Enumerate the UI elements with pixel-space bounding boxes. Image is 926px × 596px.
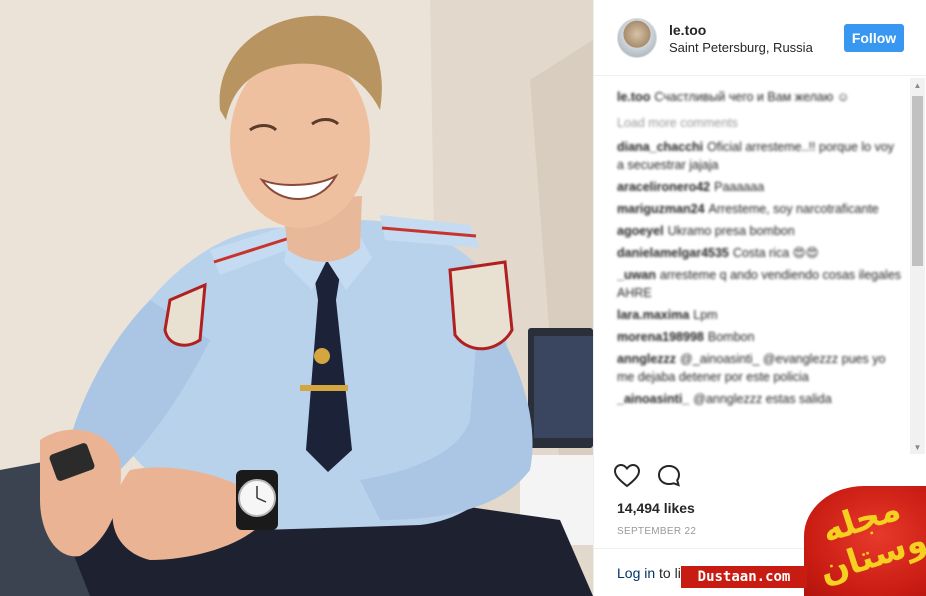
- comment-text: Lpm: [693, 308, 718, 322]
- follow-button[interactable]: Follow: [844, 24, 904, 52]
- comment-text: Costa rica 😍😍: [732, 246, 819, 260]
- login-link[interactable]: Log in: [617, 565, 655, 581]
- comment-text: @annglezzz estas salida: [693, 392, 832, 406]
- watermark-site: Dustaan.com: [681, 566, 807, 588]
- comment-username[interactable]: mariguzman24: [617, 202, 705, 216]
- comment-item: lara.maxima Lpm: [617, 306, 904, 324]
- scroll-up-arrow-icon[interactable]: ▲: [910, 78, 925, 92]
- login-prompt: Log in to li: [617, 565, 681, 581]
- caption: le.too Счастливый чего и Вам желаю ☺: [617, 88, 904, 106]
- comments-list: le.too Счастливый чего и Вам желаю ☺ Load…: [617, 88, 904, 452]
- comment-username[interactable]: lara.maxima: [617, 308, 689, 322]
- comments-scrollbar[interactable]: ▲ ▼: [910, 78, 925, 454]
- scroll-down-arrow-icon[interactable]: ▼: [910, 440, 925, 454]
- comment-username[interactable]: danielamelgar4535: [617, 246, 729, 260]
- comment-text: Bombon: [707, 330, 755, 344]
- comment-username[interactable]: agoeyel: [617, 224, 664, 238]
- post-header: le.too Saint Petersburg, Russia Follow: [594, 0, 926, 76]
- heart-outline-icon[interactable]: [613, 463, 641, 493]
- action-bar: [613, 463, 714, 494]
- login-rest-text: to li: [659, 565, 681, 581]
- comment-username[interactable]: aracelironero42: [617, 180, 710, 194]
- scroll-thumb[interactable]: [912, 96, 923, 266]
- comment-item: mariguzman24 Arresteme, soy narcotrafican…: [617, 200, 904, 218]
- comment-username[interactable]: annglezzz: [617, 352, 676, 366]
- comment-username[interactable]: _uwan: [617, 268, 656, 282]
- photo-illustration: [0, 0, 593, 596]
- comment-username[interactable]: le.too: [617, 90, 650, 104]
- comment-item: danielamelgar4535 Costa rica 😍😍: [617, 244, 904, 262]
- comment-item: _uwan arresteme q ando vendiendo cosas il…: [617, 266, 904, 302]
- comment-text: Ukramo presa bombon: [667, 224, 795, 238]
- comment-item: _ainoasinti_ @annglezzz estas salida: [617, 390, 904, 408]
- comment-item: aracelironero42 Paaaaaa: [617, 178, 904, 196]
- likes-count[interactable]: 14,494 likes: [617, 500, 695, 516]
- comment-text: Paaaaaa: [714, 180, 765, 194]
- comment-item: annglezzz @_ainoasinti_ @evanglezzz pues …: [617, 350, 904, 386]
- location-link[interactable]: Saint Petersburg, Russia: [669, 40, 813, 55]
- avatar[interactable]: [617, 18, 657, 58]
- comment-text: Счастливый чего и Вам желаю ☺: [654, 90, 850, 104]
- comment-username[interactable]: morena198998: [617, 330, 704, 344]
- comment-item: morena198998 Bombon: [617, 328, 904, 346]
- username-link[interactable]: le.too: [669, 22, 706, 38]
- post-photo[interactable]: [0, 0, 593, 596]
- comment-username[interactable]: diana_chacchi: [617, 140, 703, 154]
- comment-username[interactable]: _ainoasinti_: [617, 392, 689, 406]
- speech-bubble-icon[interactable]: [656, 464, 682, 493]
- load-more-comments-link[interactable]: Load more comments: [617, 114, 904, 132]
- comment-text: arresteme q ando vendiendo cosas ilegale…: [617, 268, 902, 300]
- comment-item: diana_chacchi Oficial arresteme..!! porqu…: [617, 138, 904, 174]
- comment-text: Arresteme, soy narcotraficante: [708, 202, 879, 216]
- comment-item: agoeyel Ukramo presa bombon: [617, 222, 904, 240]
- post-date[interactable]: SEPTEMBER 22: [617, 526, 696, 537]
